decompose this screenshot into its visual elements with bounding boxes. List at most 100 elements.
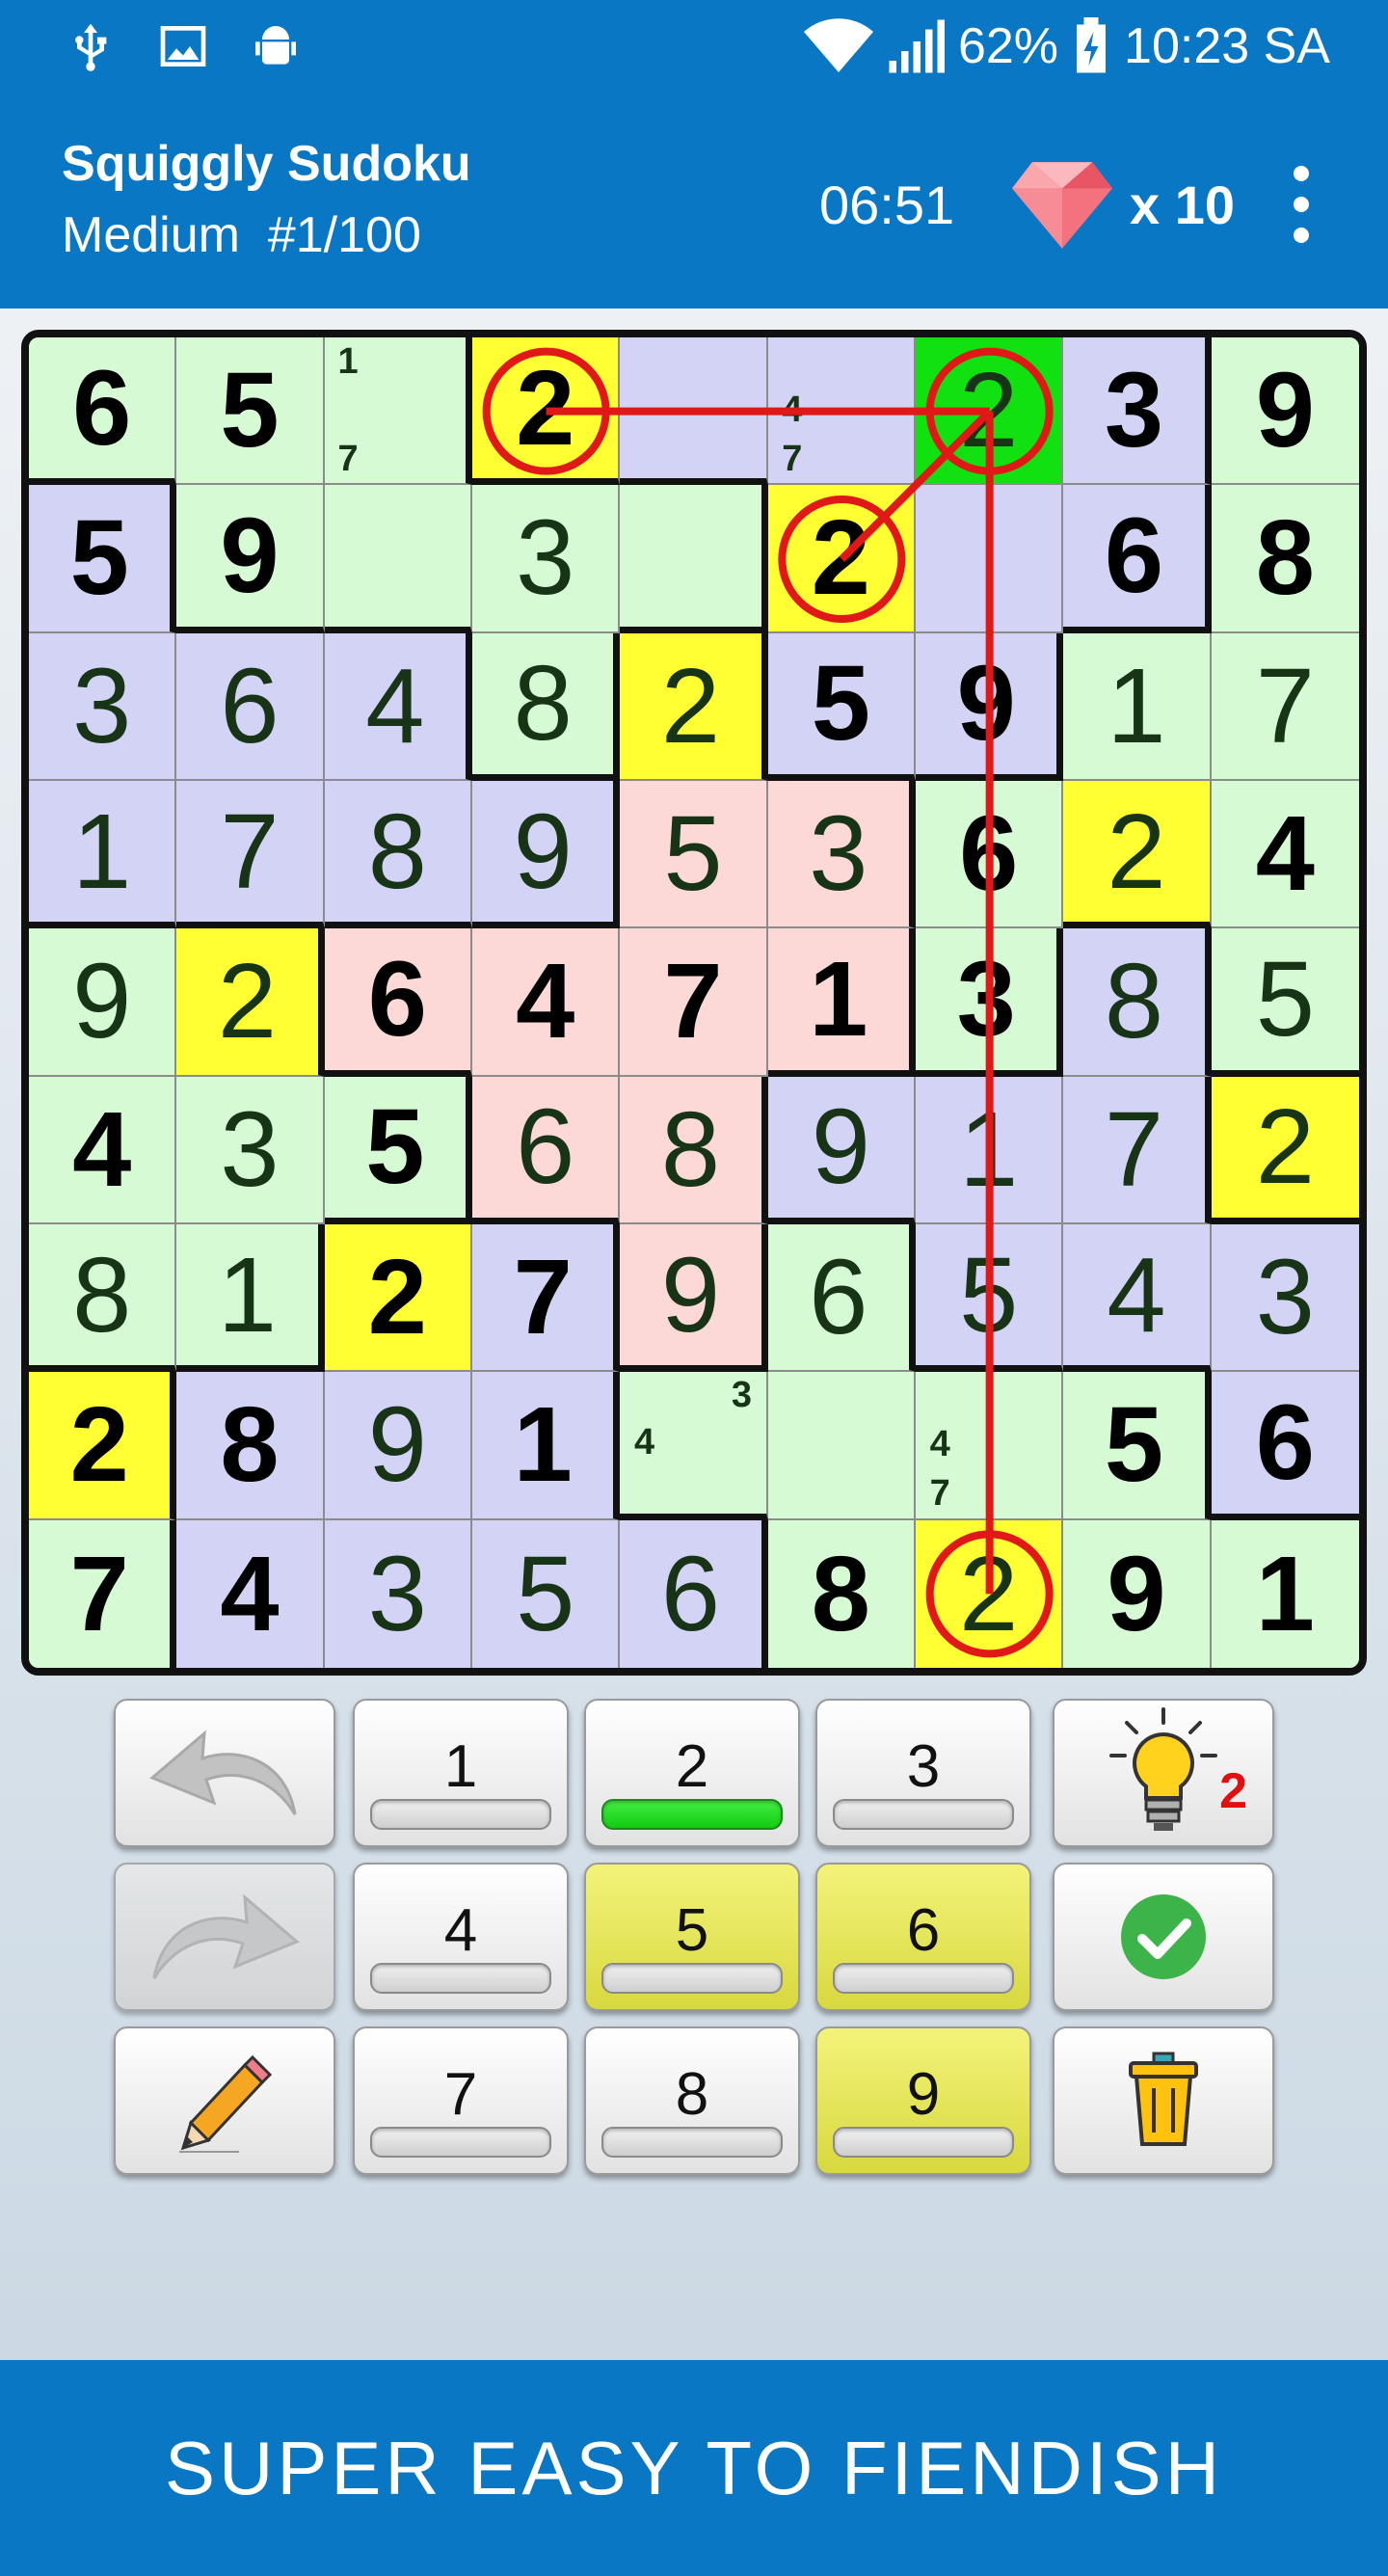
- board-cell[interactable]: 9: [620, 1223, 768, 1373]
- board-cell[interactable]: [324, 485, 472, 633]
- board-cell[interactable]: 1: [176, 1223, 325, 1373]
- board-cell[interactable]: 7: [620, 928, 768, 1077]
- board-cell[interactable]: 8: [767, 1519, 916, 1668]
- board-cell[interactable]: 9: [471, 780, 621, 929]
- board-cell[interactable]: 4: [1211, 780, 1359, 929]
- board-cell[interactable]: 7: [1063, 1076, 1212, 1224]
- board-cell[interactable]: 9: [176, 485, 325, 633]
- gem-icon[interactable]: [1012, 160, 1112, 251]
- board-cell[interactable]: 5: [620, 780, 768, 929]
- redo-button[interactable]: [114, 1863, 335, 2011]
- board-cell[interactable]: 2: [471, 337, 621, 486]
- more-vert-icon[interactable]: [1282, 166, 1321, 243]
- board-cell[interactable]: 9: [767, 1076, 916, 1224]
- hint-button[interactable]: 2: [1053, 1699, 1274, 1847]
- board-cell[interactable]: 8: [620, 1076, 768, 1224]
- board-cell[interactable]: 7: [29, 1519, 177, 1668]
- board-cell[interactable]: 8: [29, 1223, 177, 1373]
- pencil-notes-button[interactable]: [114, 2026, 335, 2175]
- board-cell[interactable]: 5: [767, 632, 916, 781]
- board-cell[interactable]: 47: [767, 337, 916, 486]
- board-cell[interactable]: [620, 337, 768, 486]
- promo-banner: SUPER EASY TO FIENDISH: [0, 2360, 1388, 2576]
- board-cell[interactable]: 6: [176, 632, 325, 781]
- number-key-6[interactable]: 6: [815, 1863, 1031, 2011]
- board-cell[interactable]: 3: [29, 632, 177, 781]
- board-cell[interactable]: 4: [29, 1076, 177, 1224]
- board-cell[interactable]: 5: [29, 485, 177, 633]
- board-cell[interactable]: 3: [176, 1076, 325, 1224]
- board-cell[interactable]: 2: [620, 632, 768, 781]
- board-cell[interactable]: 1: [29, 780, 177, 929]
- board-cell[interactable]: 6: [471, 1076, 621, 1224]
- number-key-3[interactable]: 3: [815, 1699, 1031, 1847]
- board-cell[interactable]: 7: [471, 1223, 621, 1373]
- board-cell[interactable]: 2: [767, 485, 916, 633]
- board-cell[interactable]: 6: [29, 337, 177, 486]
- number-key-4[interactable]: 4: [353, 1863, 569, 2011]
- board-cell[interactable]: 4: [471, 928, 621, 1077]
- board-cell[interactable]: 6: [1063, 485, 1212, 633]
- board-cell[interactable]: 34: [620, 1372, 768, 1520]
- number-key-2[interactable]: 2: [584, 1699, 800, 1847]
- board-cell[interactable]: 9: [1211, 337, 1359, 486]
- board-cell[interactable]: 6: [915, 780, 1064, 929]
- board-cell[interactable]: 4: [324, 632, 472, 781]
- board-cell[interactable]: 5: [1211, 928, 1359, 1077]
- board-cell[interactable]: 2: [915, 337, 1064, 486]
- board-cell[interactable]: 2: [324, 1223, 472, 1373]
- board-cell[interactable]: 7: [1211, 632, 1359, 781]
- board-cell[interactable]: 8: [471, 632, 621, 781]
- board-cell[interactable]: 6: [324, 928, 472, 1077]
- board-cell[interactable]: 2: [176, 928, 325, 1077]
- number-key-8[interactable]: 8: [584, 2026, 800, 2175]
- board-cell[interactable]: 1: [1211, 1519, 1359, 1668]
- number-key-7[interactable]: 7: [353, 2026, 569, 2175]
- board-cell[interactable]: [915, 485, 1064, 633]
- board-cell[interactable]: 4: [1063, 1223, 1212, 1373]
- board-cell[interactable]: 3: [1211, 1223, 1359, 1373]
- board-cell[interactable]: 5: [176, 337, 325, 486]
- cell-value: 2: [516, 348, 575, 468]
- board-cell[interactable]: [620, 485, 768, 633]
- number-key-9[interactable]: 9: [815, 2026, 1031, 2175]
- board-cell[interactable]: 9: [915, 632, 1064, 781]
- number-key-5[interactable]: 5: [584, 1863, 800, 2011]
- erase-button[interactable]: [1053, 2026, 1274, 2175]
- board-cell[interactable]: 5: [1063, 1372, 1212, 1520]
- board-cell[interactable]: 1: [1063, 632, 1212, 781]
- board-cell[interactable]: 6: [767, 1223, 916, 1373]
- board-cell[interactable]: 3: [915, 928, 1064, 1077]
- board-cell[interactable]: 3: [324, 1519, 472, 1668]
- board-cell[interactable]: 2: [1063, 780, 1212, 929]
- board-cell[interactable]: 2: [1211, 1076, 1359, 1224]
- board-cell[interactable]: 2: [915, 1519, 1064, 1668]
- board-cell[interactable]: 8: [1211, 485, 1359, 633]
- board-cell[interactable]: 5: [915, 1223, 1064, 1373]
- board-cell[interactable]: 9: [324, 1372, 472, 1520]
- board-cell[interactable]: 17: [324, 337, 472, 486]
- board-cell[interactable]: 1: [915, 1076, 1064, 1224]
- board-cell[interactable]: [767, 1372, 916, 1520]
- board-cell[interactable]: 8: [1063, 928, 1212, 1077]
- board-cell[interactable]: 47: [915, 1372, 1064, 1520]
- board-cell[interactable]: 3: [1063, 337, 1212, 486]
- board-cell[interactable]: 6: [620, 1519, 768, 1668]
- undo-button[interactable]: [114, 1699, 335, 1847]
- board-cell[interactable]: 5: [324, 1076, 472, 1224]
- board-cell[interactable]: 8: [176, 1372, 325, 1520]
- board-cell[interactable]: 3: [471, 485, 621, 633]
- board-cell[interactable]: 9: [29, 928, 177, 1077]
- number-key-1[interactable]: 1: [353, 1699, 569, 1847]
- board-cell[interactable]: 1: [471, 1372, 621, 1520]
- board-cell[interactable]: 2: [29, 1372, 177, 1520]
- board-cell[interactable]: 5: [471, 1519, 621, 1668]
- board-cell[interactable]: 8: [324, 780, 472, 929]
- board-cell[interactable]: 1: [767, 928, 916, 1077]
- board-cell[interactable]: 6: [1211, 1372, 1359, 1520]
- board-cell[interactable]: 4: [176, 1519, 325, 1668]
- board-cell[interactable]: 3: [767, 780, 916, 929]
- check-button[interactable]: [1053, 1863, 1274, 2011]
- board-cell[interactable]: 7: [176, 780, 325, 929]
- board-cell[interactable]: 9: [1063, 1519, 1212, 1668]
